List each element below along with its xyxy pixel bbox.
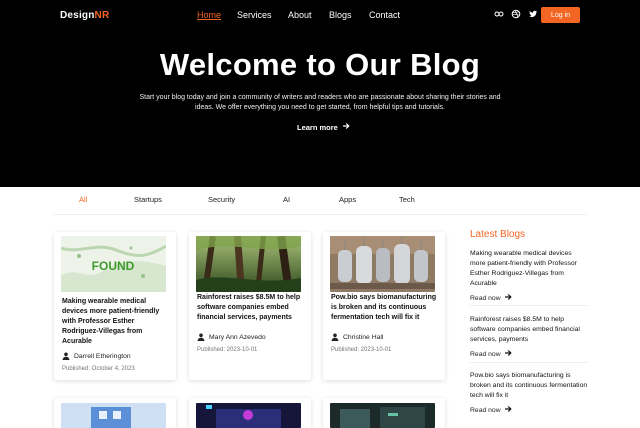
card-author: Darrell Etherington [62, 352, 131, 360]
sidebar-item[interactable]: Pow.bio says biomanufacturing is broken … [470, 371, 588, 419]
blog-card[interactable] [189, 398, 311, 428]
twitter-icon[interactable] [528, 9, 538, 19]
tab-ai[interactable]: AI [283, 195, 290, 204]
tab-all[interactable]: All [79, 195, 87, 204]
person-icon [197, 333, 205, 341]
learn-more-label: Learn more [297, 122, 338, 132]
author-name: Christine Hall [343, 333, 384, 341]
tab-tech[interactable]: Tech [399, 195, 415, 204]
tab-apps[interactable]: Apps [339, 195, 356, 204]
card-title[interactable]: Pow.bio says biomanufacturing is broken … [331, 293, 441, 323]
publish-date: Published: 2023-10-01 [197, 347, 258, 353]
arrow-right-icon [504, 293, 512, 303]
dribbble-icon[interactable] [511, 9, 521, 19]
read-now-label: Read now [470, 294, 501, 302]
hero-title: Welcome to Our Blog [159, 47, 481, 82]
sidebar-title: Latest Blogs [470, 229, 526, 240]
arrow-right-icon [504, 405, 512, 415]
sidebar-item[interactable]: Rainforest raises $8.5M to help software… [470, 315, 588, 363]
brand-name: Design [60, 10, 95, 21]
social-links [494, 9, 538, 19]
blog-card[interactable] [54, 398, 176, 428]
nav-blogs[interactable]: Blogs [329, 10, 352, 20]
card-thumbnail [330, 236, 435, 292]
publish-date: Published: October 4, 2023 [62, 366, 135, 372]
read-now-link[interactable]: Read now [470, 405, 588, 415]
login-button[interactable]: Log in [541, 7, 580, 23]
arrow-right-icon [342, 122, 350, 132]
sidebar-item[interactable]: Making wearable medical devices more pat… [470, 249, 588, 306]
infinity-icon[interactable] [494, 9, 504, 19]
nav-services[interactable]: Services [237, 10, 272, 20]
read-now-label: Read now [470, 350, 501, 358]
read-now-label: Read now [470, 406, 501, 414]
nav-contact[interactable]: Contact [369, 10, 400, 20]
brand-accent: NR [94, 10, 110, 21]
card-author: Mary Ann Azevedo [197, 333, 266, 341]
nav-about[interactable]: About [288, 10, 312, 20]
blog-card[interactable] [323, 398, 445, 428]
card-thumbnail: FOUND [61, 236, 166, 292]
tab-security[interactable]: Security [208, 195, 235, 204]
sidebar-item-title[interactable]: Pow.bio says biomanufacturing is broken … [470, 371, 588, 401]
card-title[interactable]: Rainforest raises $8.5M to help software… [197, 293, 307, 323]
author-name: Mary Ann Azevedo [209, 333, 266, 341]
card-thumbnail [330, 403, 435, 428]
arrow-right-icon [504, 349, 512, 359]
read-now-link[interactable]: Read now [470, 349, 588, 359]
sidebar-item-title[interactable]: Rainforest raises $8.5M to help software… [470, 315, 588, 345]
author-name: Darrell Etherington [74, 352, 131, 360]
sidebar-item-title[interactable]: Making wearable medical devices more pat… [470, 249, 588, 289]
hero-section: DesignNR Home Services About Blogs Conta… [0, 0, 640, 187]
card-thumbnail [196, 403, 301, 428]
nav-home[interactable]: Home [197, 10, 221, 20]
thumb-label: FOUND [92, 259, 135, 273]
read-now-link[interactable]: Read now [470, 293, 588, 303]
blog-card[interactable]: Pow.bio says biomanufacturing is broken … [323, 232, 445, 380]
blog-card[interactable]: Rainforest raises $8.5M to help software… [189, 232, 311, 380]
tab-startups[interactable]: Startups [134, 195, 162, 204]
card-title[interactable]: Making wearable medical devices more pat… [62, 297, 172, 347]
publish-date: Published: 2023-10-01 [331, 347, 392, 353]
card-thumbnail [61, 403, 166, 428]
card-thumbnail [196, 236, 301, 292]
brand-logo[interactable]: DesignNR [60, 10, 109, 21]
category-tabs: All Startups Security AI Apps Tech [53, 195, 587, 215]
learn-more-link[interactable]: Learn more [297, 122, 350, 132]
blog-card[interactable]: FOUND Making wearable medical devices mo… [54, 232, 176, 380]
person-icon [331, 333, 339, 341]
person-icon [62, 352, 70, 360]
card-author: Christine Hall [331, 333, 383, 341]
hero-subtitle: Start your blog today and join a communi… [139, 94, 501, 111]
